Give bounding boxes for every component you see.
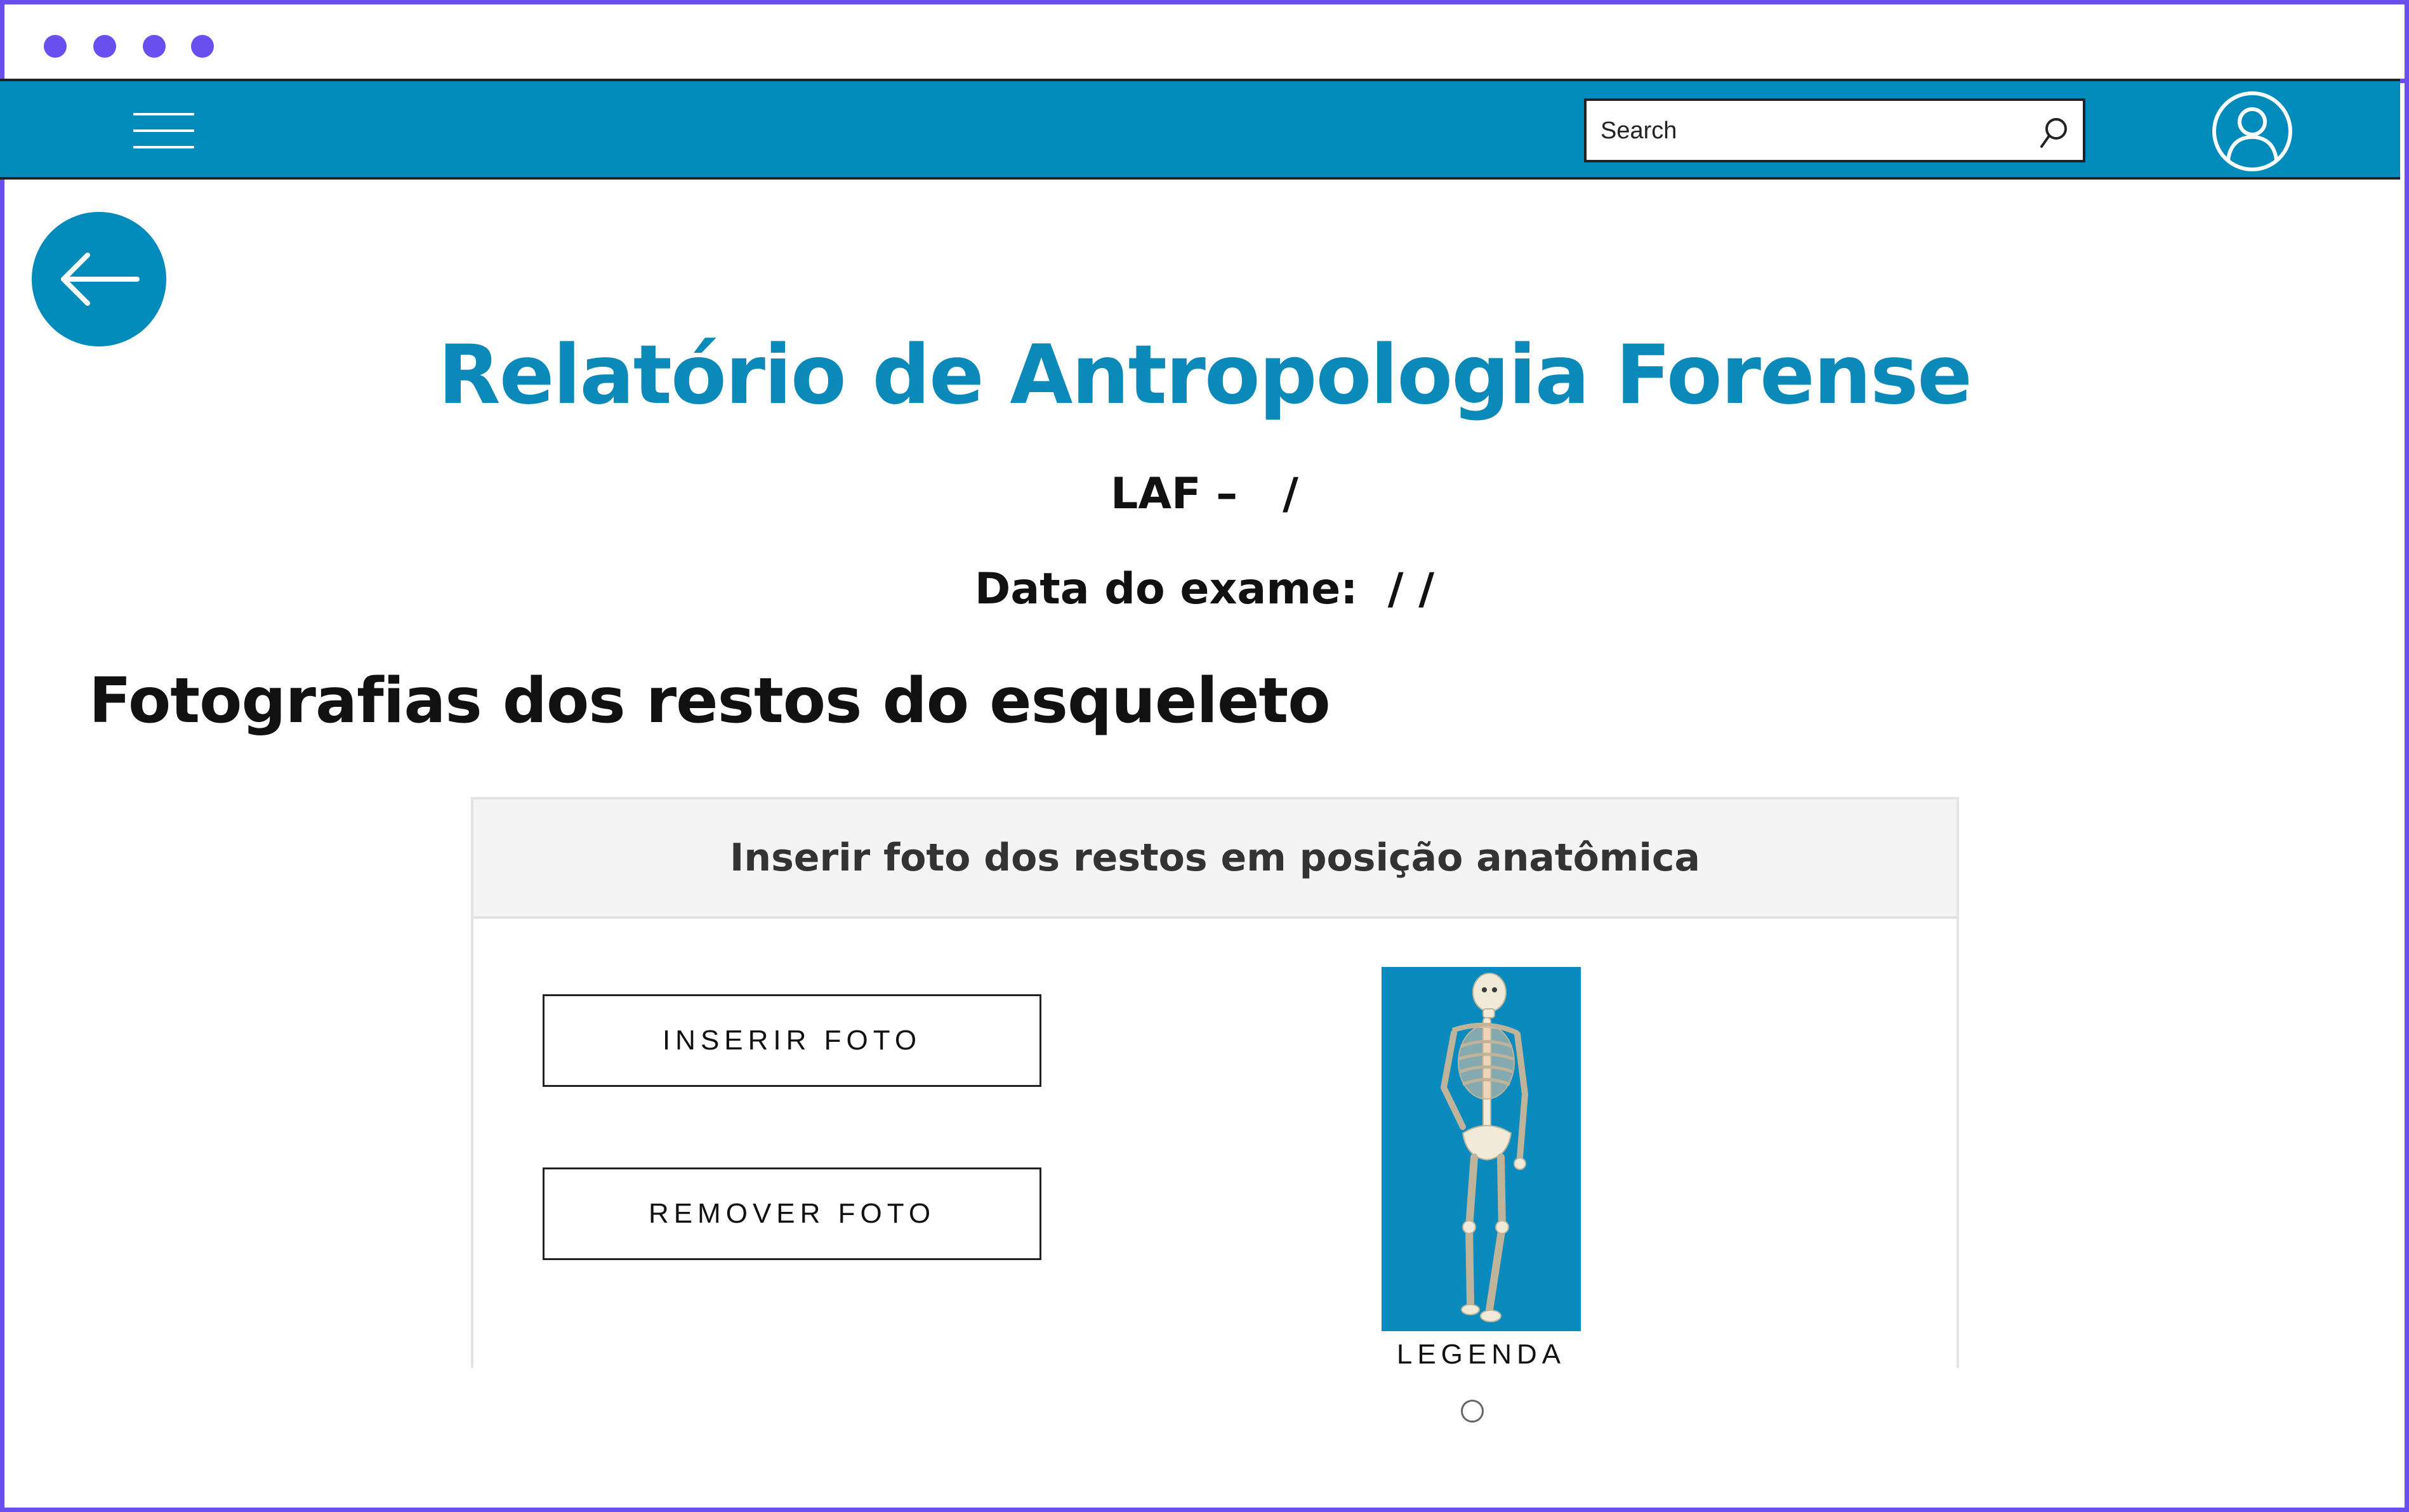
- skeleton-photo: [1382, 967, 1581, 1331]
- window-titlebar: [4, 4, 2405, 83]
- search-icon[interactable]: [2038, 115, 2071, 150]
- exam-date: Data do exame: / /: [974, 564, 1435, 614]
- user-profile-icon[interactable]: [2211, 90, 2294, 173]
- skeleton-illustration: [1440, 973, 1529, 1322]
- arrow-left-icon: [61, 253, 140, 306]
- window-dot: [93, 35, 116, 58]
- window-dot: [191, 35, 214, 58]
- page-title: Relatório de Antropologia Forense: [438, 328, 1972, 423]
- hamburger-menu-icon[interactable]: [133, 113, 194, 148]
- top-navbar: [0, 79, 2400, 180]
- photo-card-header: Inserir foto dos restos em posição anatô…: [473, 799, 1957, 919]
- insert-photo-button[interactable]: INSERIR FOTO: [543, 994, 1041, 1087]
- window-dot: [44, 35, 67, 58]
- photo-radio-button[interactable]: [1461, 1400, 1484, 1423]
- photo-caption: LEGENDA: [1396, 1339, 1566, 1370]
- remove-photo-button[interactable]: REMOVER FOTO: [543, 1167, 1041, 1260]
- search-box: [1584, 98, 2085, 162]
- section-heading: Fotografias dos restos do esqueleto: [89, 665, 1331, 737]
- search-input[interactable]: [1600, 110, 2019, 152]
- laf-number: LAF – /: [1111, 469, 1298, 519]
- window-dot: [143, 35, 166, 58]
